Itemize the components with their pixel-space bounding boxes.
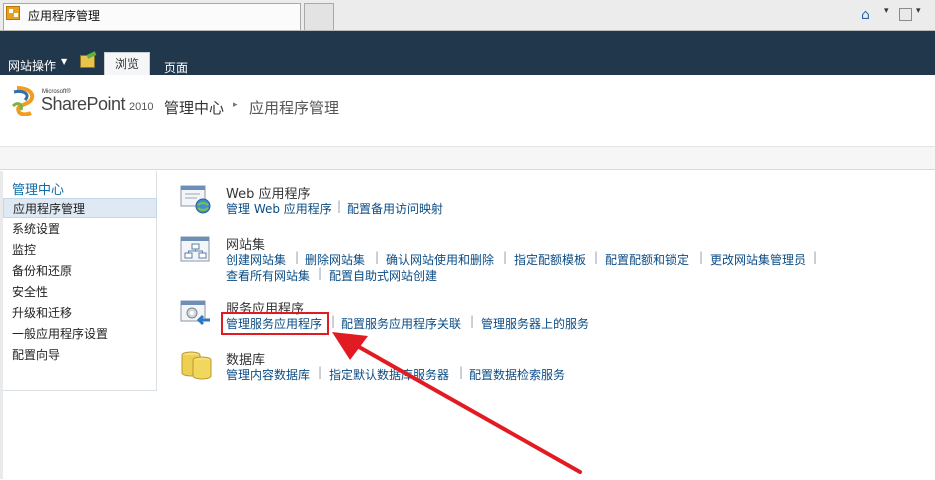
feed-icon[interactable]: [899, 8, 912, 21]
link-change-site-admins[interactable]: 更改网站集管理员: [710, 251, 806, 268]
dropdown-arrow-icon[interactable]: ▾: [884, 6, 889, 16]
nav-item-backup-restore[interactable]: 备份和还原: [3, 261, 157, 281]
site-actions-menu[interactable]: 网站操作: [8, 57, 56, 74]
link-separator: |: [318, 365, 323, 379]
nav-item-security[interactable]: 安全性: [3, 282, 157, 302]
database-icon: [181, 351, 212, 380]
logo-sharepoint-text: SharePoint: [41, 94, 126, 114]
site-collection-icon: [180, 236, 210, 262]
nav-item-system-settings[interactable]: 系统设置: [3, 219, 157, 239]
web-application-icon: [180, 185, 211, 214]
favicon-sharepoint-icon: [6, 6, 20, 20]
nav-item-application-management[interactable]: 应用程序管理: [3, 198, 157, 218]
nav-heading-central-admin[interactable]: 管理中心: [12, 179, 64, 198]
service-application-icon: [180, 300, 210, 326]
tab-browse[interactable]: 浏览: [104, 52, 150, 75]
nav-item-configuration-wizards[interactable]: 配置向导: [3, 345, 157, 365]
dropdown-arrow-icon[interactable]: ▾: [916, 6, 921, 16]
tab-page[interactable]: 页面: [164, 59, 188, 76]
link-separator: |: [470, 314, 475, 328]
link-separator: |: [594, 250, 599, 264]
link-separator: |: [295, 250, 300, 264]
highlight-box: [221, 312, 329, 335]
chevron-down-icon[interactable]: ▼: [61, 57, 67, 66]
link-create-site-collection[interactable]: 创建网站集: [226, 251, 286, 268]
link-configure-quotas-locks[interactable]: 配置配额和锁定: [605, 251, 689, 268]
link-separator: |: [318, 266, 323, 280]
link-delete-site-collection[interactable]: 删除网站集: [305, 251, 365, 268]
nav-item-monitoring[interactable]: 监控: [3, 240, 157, 260]
logo-year-text: 2010: [129, 101, 154, 113]
link-configure-self-service[interactable]: 配置自助式网站创建: [329, 267, 437, 284]
link-manage-content-databases[interactable]: 管理内容数据库: [226, 366, 310, 383]
top-link-bar: [0, 146, 935, 170]
link-confirm-site-use[interactable]: 确认网站使用和删除: [386, 251, 494, 268]
breadcrumb-separator-icon: ▸: [233, 100, 238, 110]
link-separator: |: [699, 250, 704, 264]
link-manage-web-applications[interactable]: 管理 Web 应用程序: [226, 200, 332, 217]
link-separator: |: [503, 250, 508, 264]
link-separator: |: [337, 199, 342, 213]
nav-item-general-settings[interactable]: 一般应用程序设置: [3, 324, 157, 344]
browser-tab-title: 应用程序管理: [28, 9, 101, 23]
link-specify-quota-templates[interactable]: 指定配额模板: [514, 251, 586, 268]
link-configure-alternate-access[interactable]: 配置备用访问映射: [347, 200, 443, 217]
link-separator: |: [375, 250, 380, 264]
edit-page-icon[interactable]: [80, 55, 95, 68]
nav-item-upgrade-migration[interactable]: 升级和迁移: [3, 303, 157, 323]
sharepoint-logo-icon: [11, 86, 35, 116]
link-separator: |: [331, 314, 336, 328]
home-icon[interactable]: ⌂: [861, 7, 879, 23]
page-title: 应用程序管理: [249, 99, 340, 117]
new-tab-button[interactable]: [304, 3, 334, 30]
red-arrow-annotation: [332, 332, 582, 474]
link-view-all-site-collections[interactable]: 查看所有网站集: [226, 267, 310, 284]
breadcrumb-home-link[interactable]: 管理中心: [164, 97, 224, 118]
link-separator: |: [813, 250, 818, 264]
